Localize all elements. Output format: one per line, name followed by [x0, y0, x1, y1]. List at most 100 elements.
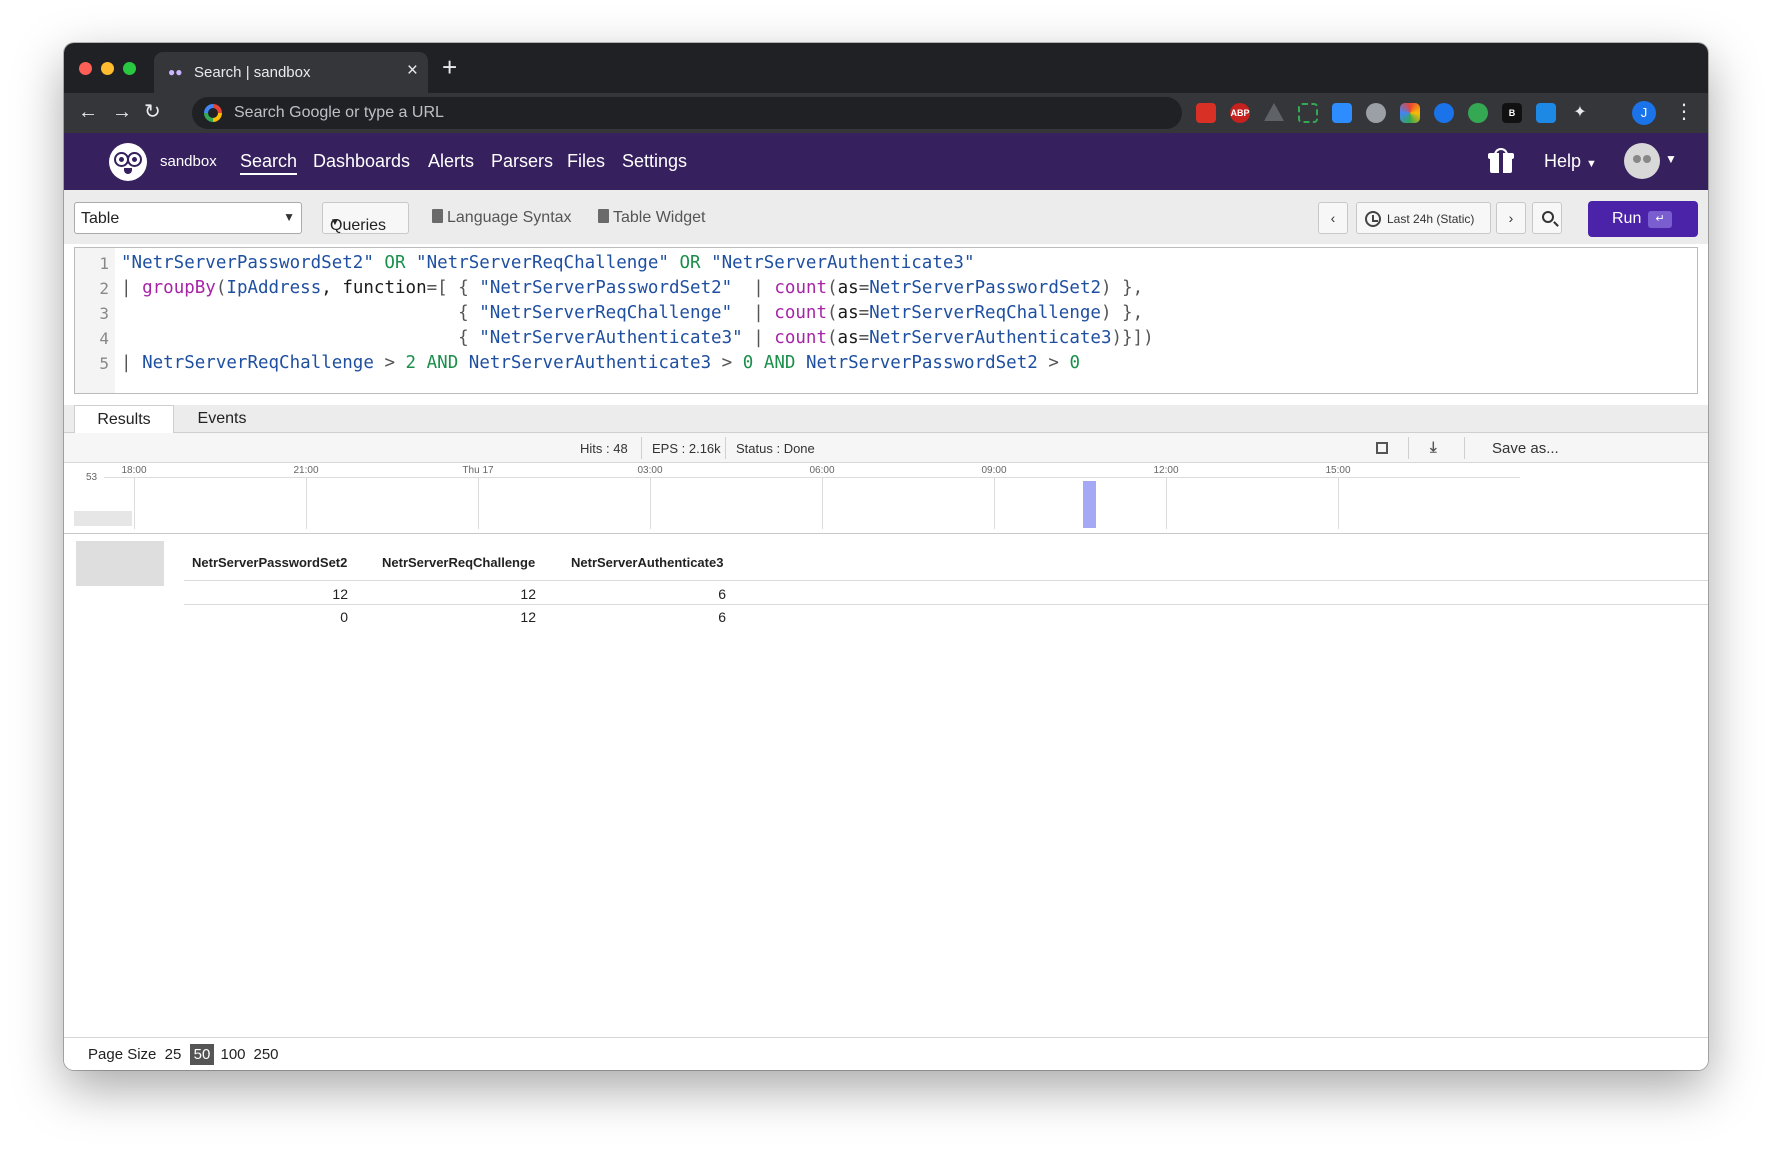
user-avatar[interactable]	[1624, 143, 1660, 179]
code-line-4: { "NetrServerAuthenticate3" | count(as=N…	[458, 328, 1154, 348]
table-cell: 12	[520, 586, 536, 602]
google-icon	[204, 104, 222, 122]
histogram-x-label: 21:00	[293, 465, 319, 476]
pagination-footer: Page Size 25 50 100 250	[64, 1037, 1708, 1070]
extension-drive-icon[interactable]	[1264, 103, 1284, 121]
browser-toolbar: ← → ↻ Search Google or type a URL ABP B …	[64, 93, 1708, 133]
browser-menu-icon[interactable]: ⋮	[1674, 99, 1694, 125]
query-toolbar: Table ▼ Queries ▼ Language Syntax Table …	[64, 190, 1708, 244]
fullscreen-icon[interactable]	[1376, 442, 1388, 454]
hits-count: Hits : 48	[580, 441, 628, 456]
forward-icon[interactable]: →	[112, 99, 132, 125]
back-icon[interactable]: ←	[78, 99, 98, 125]
widget-type-select[interactable]: Table ▼	[74, 202, 302, 234]
table-cell: 6	[718, 586, 726, 602]
column-header[interactable]: NetrServerPasswordSet2	[192, 555, 347, 570]
repository-name[interactable]: sandbox	[160, 153, 217, 170]
histogram-x-label: 15:00	[1325, 465, 1351, 476]
nav-files[interactable]: Files	[567, 151, 605, 172]
time-previous-button[interactable]: ‹	[1318, 202, 1348, 234]
tab-results[interactable]: Results	[74, 405, 174, 434]
histogram-gridline	[822, 477, 823, 529]
search-icon	[1542, 211, 1554, 223]
browser-window: ●● Search | sandbox × + ← → ↻ Search Goo…	[64, 43, 1708, 1070]
tab-strip: ●● Search | sandbox × +	[64, 43, 1708, 93]
histogram-bar[interactable]	[1083, 481, 1096, 528]
close-window-button[interactable]	[79, 62, 92, 75]
table-cell: 0	[340, 609, 348, 625]
table-cell: 6	[718, 609, 726, 625]
table-widget-link[interactable]: Table Widget	[598, 209, 706, 227]
page-size-50[interactable]: 50	[190, 1044, 214, 1065]
zoom-search-button[interactable]	[1532, 202, 1562, 234]
code-line-3: { "NetrServerReqChallenge" | count(as=Ne…	[458, 303, 1144, 323]
chevron-down-icon[interactable]: ▼	[1665, 152, 1677, 166]
page-size-100[interactable]: 100	[218, 1044, 248, 1065]
query-editor[interactable]: 1 2 3 4 5 "NetrServerPasswordSet2" OR "N…	[74, 247, 1698, 394]
extension-zoom-icon[interactable]	[1332, 103, 1352, 123]
profile-avatar[interactable]: J	[1632, 101, 1656, 125]
tab-title: Search | sandbox	[194, 64, 311, 81]
run-button[interactable]: Run ↵	[1588, 201, 1698, 237]
nav-settings[interactable]: Settings	[622, 151, 687, 172]
histogram-y-max: 53	[86, 472, 98, 483]
code-line-2: | groupBy(IpAddress, function=[ { "NetrS…	[121, 278, 1144, 298]
ipaddress-cells-redacted	[76, 541, 164, 586]
page-size-250[interactable]: 250	[251, 1044, 281, 1065]
extension-calendar-icon[interactable]	[1196, 103, 1216, 123]
histogram-x-label: 06:00	[809, 465, 835, 476]
histogram-x-label: 12:00	[1153, 465, 1179, 476]
chevron-down-icon: ▼	[283, 210, 295, 224]
page-size-label: Page Size	[88, 1046, 157, 1063]
minimize-window-button[interactable]	[101, 62, 114, 75]
extension-circle-icon[interactable]	[1366, 103, 1386, 123]
extension-color-icon[interactable]	[1400, 103, 1420, 123]
histogram-x-label: Thu 17	[462, 465, 494, 476]
book-icon	[432, 209, 443, 223]
book-icon	[598, 209, 609, 223]
nav-alerts[interactable]: Alerts	[428, 151, 474, 172]
line-gutter: 1 2 3 4 5	[75, 248, 115, 393]
time-range-button[interactable]: Last 24h (Static)	[1356, 202, 1491, 234]
maximize-window-button[interactable]	[123, 62, 136, 75]
ipaddress-header-redacted	[74, 511, 132, 526]
clock-icon	[1365, 211, 1381, 227]
reload-icon[interactable]: ↻	[144, 99, 161, 125]
histogram-x-label: 03:00	[637, 465, 663, 476]
extension-search-icon[interactable]	[1434, 103, 1454, 123]
gift-icon[interactable]	[1488, 148, 1514, 174]
queries-dropdown[interactable]: Queries ▼	[322, 202, 409, 234]
extension-b-icon[interactable]: B	[1502, 103, 1522, 123]
histogram-gridline	[134, 477, 135, 529]
browser-tab[interactable]: ●● Search | sandbox ×	[154, 52, 428, 93]
extension-android-icon[interactable]	[1468, 103, 1488, 123]
tab-events[interactable]: Events	[174, 405, 270, 434]
code-line-5: | NetrServerReqChallenge > 2 AND NetrSer…	[121, 353, 1080, 373]
column-header[interactable]: NetrServerReqChallenge	[382, 555, 535, 570]
histogram-gridline	[1166, 477, 1167, 529]
event-histogram[interactable]: 53 18:00 21:00 Thu 17 03:00 06:00 09:00 12:00 1…	[64, 463, 1708, 534]
tab-close-icon[interactable]: ×	[407, 61, 418, 81]
download-icon[interactable]: ⤓	[1430, 439, 1437, 456]
time-next-button[interactable]: ›	[1496, 202, 1526, 234]
page-size-25[interactable]: 25	[160, 1044, 186, 1065]
language-syntax-link[interactable]: Language Syntax	[432, 209, 572, 227]
save-as-button[interactable]: Save as...	[1492, 440, 1559, 457]
extensions-puzzle-icon[interactable]: ✦	[1570, 103, 1590, 123]
help-menu[interactable]: Help ▼	[1544, 151, 1597, 172]
nav-parsers[interactable]: Parsers	[491, 151, 553, 172]
new-tab-button[interactable]: +	[442, 54, 457, 80]
eps-value: EPS : 2.16k	[652, 441, 721, 456]
extension-screenshot-icon[interactable]	[1298, 103, 1318, 123]
address-bar[interactable]: Search Google or type a URL	[192, 97, 1182, 129]
app-header: sandbox Search Dashboards Alerts Parsers…	[64, 133, 1708, 190]
table-cell: 12	[520, 609, 536, 625]
extension-adblock-icon[interactable]: ABP	[1230, 103, 1250, 123]
column-header[interactable]: NetrServerAuthenticate3	[571, 555, 723, 570]
extension-image-icon[interactable]	[1536, 103, 1556, 123]
nav-dashboards[interactable]: Dashboards	[313, 151, 410, 172]
nav-search[interactable]: Search	[240, 151, 298, 175]
enter-key-icon: ↵	[1648, 211, 1672, 228]
owl-logo-icon[interactable]	[109, 143, 147, 181]
results-tabbar: Results Events	[64, 405, 1708, 434]
